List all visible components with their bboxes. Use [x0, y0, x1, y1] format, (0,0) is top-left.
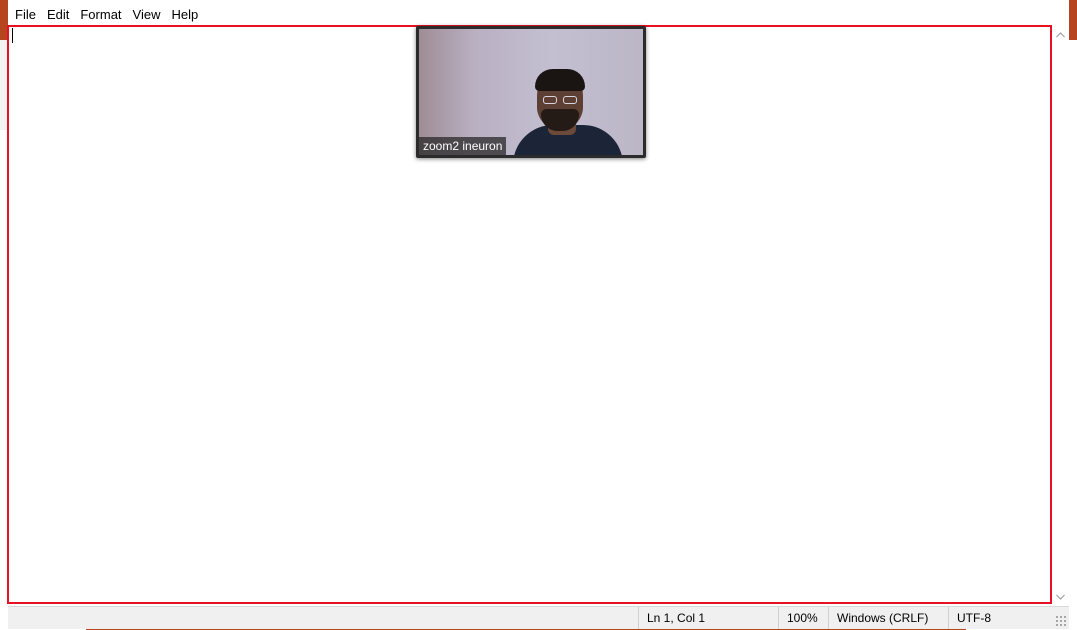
participant-glasses — [541, 96, 579, 105]
background-window-edge — [1069, 0, 1077, 40]
vertical-scrollbar[interactable] — [1052, 26, 1069, 605]
chevron-down-icon[interactable] — [1052, 588, 1069, 605]
chevron-up-icon[interactable] — [1052, 26, 1069, 43]
participant-name: zoom2 ineuron — [419, 137, 507, 155]
line-ending: Windows (CRLF) — [828, 607, 948, 629]
cursor-position: Ln 1, Col 1 — [638, 607, 778, 629]
text-caret — [12, 28, 13, 43]
menu-edit[interactable]: Edit — [42, 3, 75, 24]
resize-grip-icon[interactable] — [1055, 615, 1067, 627]
video-thumbnail[interactable]: zoom2 ineuron — [416, 26, 646, 158]
menu-format[interactable]: Format — [75, 3, 127, 24]
zoom-level: 100% — [778, 607, 828, 629]
menu-bar: File Edit Format View Help — [8, 0, 1069, 26]
screen: File Edit Format View Help zoom2 ineuron… — [0, 0, 1077, 630]
participant-hair — [535, 69, 585, 91]
menu-file[interactable]: File — [10, 3, 42, 24]
menu-view[interactable]: View — [128, 3, 167, 24]
status-bar: Ln 1, Col 1 100% Windows (CRLF) UTF-8 — [8, 606, 1069, 629]
menu-help[interactable]: Help — [166, 3, 204, 24]
encoding: UTF-8 — [948, 607, 1048, 629]
